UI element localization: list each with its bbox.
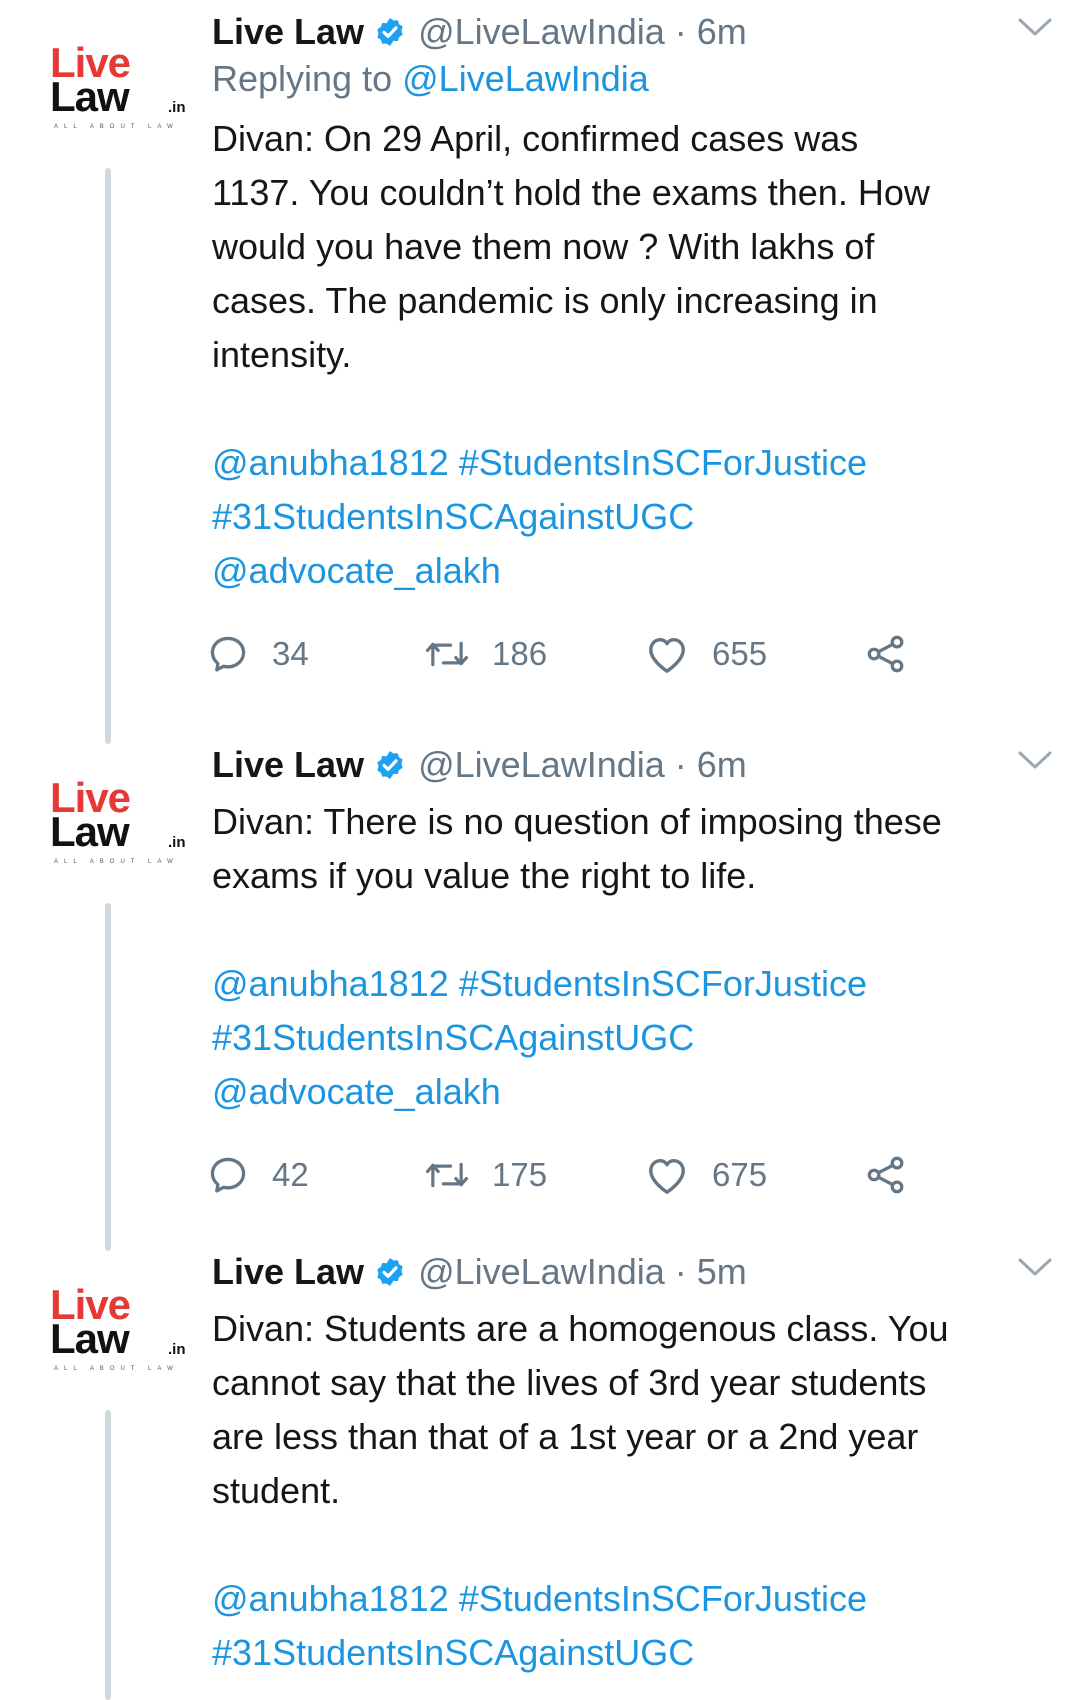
verified-badge-icon bbox=[377, 751, 403, 779]
heart-icon bbox=[649, 1158, 685, 1194]
author-name[interactable]: Live Law bbox=[212, 11, 364, 53]
logo-law: Law bbox=[50, 73, 130, 120]
reply-icon bbox=[210, 1157, 246, 1193]
reply-count: 34 bbox=[272, 635, 309, 672]
mention-hashtag-line[interactable]: @anubha1812 #StudentsInSCForJustice bbox=[212, 436, 1052, 490]
chevron-down-icon[interactable] bbox=[1018, 1256, 1052, 1280]
mention-hashtag-line[interactable]: @anubha1812 #StudentsInSCForJustice bbox=[212, 1572, 1052, 1626]
retweet-button[interactable]: 175 bbox=[424, 1145, 547, 1205]
verified-badge-icon bbox=[377, 1258, 403, 1286]
hashtag-line[interactable]: #31StudentsInSCAgainstUGC bbox=[212, 490, 1052, 544]
share-icon bbox=[867, 635, 904, 673]
mention-line[interactable]: @advocate_alakh bbox=[212, 544, 1052, 598]
retweet-button[interactable]: 186 bbox=[424, 624, 547, 684]
logo-tagline: ALL ABOUT LAW bbox=[54, 124, 179, 130]
tweet-links: @anubha1812 #StudentsInSCForJustice #31S… bbox=[212, 957, 1052, 1119]
avatar[interactable]: Live Law .in ALL ABOUT LAW bbox=[40, 42, 186, 142]
avatar[interactable]: Live Law .in ALL ABOUT LAW bbox=[40, 1284, 186, 1384]
tweet-content: Live Law @LiveLawIndia · 5m Divan: Stude… bbox=[212, 1242, 1052, 1680]
author-handle-time[interactable]: @LiveLawIndia · 5m bbox=[418, 1251, 747, 1293]
tweet-content: Live Law @LiveLawIndia · 6m Divan: There… bbox=[210, 735, 1052, 1205]
tweet-header: Live Law @LiveLawIndia · 6m bbox=[212, 735, 1052, 795]
retweet-count: 186 bbox=[492, 635, 548, 672]
author-name[interactable]: Live Law bbox=[212, 744, 364, 786]
share-icon bbox=[867, 1156, 904, 1194]
logo-tld: .in bbox=[168, 1341, 186, 1358]
share-button[interactable] bbox=[864, 624, 930, 684]
tweet-header: Live Law @LiveLawIndia · 5m bbox=[212, 1242, 1052, 1302]
verified-badge-icon bbox=[377, 18, 403, 46]
reply-button[interactable]: 34 bbox=[206, 624, 309, 684]
tweet-text: Divan: On 29 April, confirmed cases was … bbox=[212, 118, 930, 375]
tweet-links: @anubha1812 #StudentsInSCForJustice #31S… bbox=[212, 1572, 1052, 1680]
author-handle-time[interactable]: @LiveLawIndia · 6m bbox=[418, 11, 747, 53]
author-handle-time[interactable]: @LiveLawIndia · 6m bbox=[418, 744, 747, 786]
tweet-actions: 34 186 655 bbox=[210, 624, 1052, 684]
tweet-header: Live Law @LiveLawIndia · 6m bbox=[212, 2, 1052, 62]
logo-law: Law bbox=[50, 808, 130, 855]
author-name[interactable]: Live Law bbox=[212, 1251, 364, 1293]
mention-hashtag-line[interactable]: @anubha1812 #StudentsInSCForJustice bbox=[212, 957, 1052, 1011]
retweet-icon bbox=[425, 1162, 469, 1188]
logo-tagline: ALL ABOUT LAW bbox=[54, 859, 179, 865]
tweet-content: Live Law @LiveLawIndia · 6m Replying to … bbox=[210, 2, 1052, 684]
avatar[interactable]: Live Law .in ALL ABOUT LAW bbox=[40, 777, 186, 877]
mention-line[interactable]: @advocate_alakh bbox=[212, 1065, 1052, 1119]
tweet-text: Divan: Students are a homogenous class. … bbox=[212, 1308, 949, 1511]
reply-count: 42 bbox=[272, 1156, 309, 1193]
logo-law: Law bbox=[50, 1315, 130, 1362]
thread-line bbox=[105, 168, 111, 744]
logo-tagline: ALL ABOUT LAW bbox=[54, 1366, 179, 1372]
retweet-count: 175 bbox=[492, 1156, 548, 1193]
heart-icon bbox=[649, 637, 685, 673]
reply-icon bbox=[210, 636, 246, 672]
share-button[interactable] bbox=[864, 1145, 930, 1205]
tweet-actions: 42 175 675 bbox=[210, 1145, 1052, 1205]
thread-line bbox=[105, 903, 111, 1251]
like-button[interactable]: 655 bbox=[644, 624, 767, 684]
tweet-links: @anubha1812 #StudentsInSCForJustice #31S… bbox=[212, 436, 1052, 598]
reply-button[interactable]: 42 bbox=[206, 1145, 309, 1205]
chevron-down-icon[interactable] bbox=[1018, 749, 1052, 773]
replying-to: Replying to @LiveLawIndia bbox=[212, 58, 1052, 112]
hashtag-line[interactable]: #31StudentsInSCAgainstUGC bbox=[212, 1626, 1052, 1680]
replying-to-label: Replying to bbox=[212, 58, 393, 99]
hashtag-line[interactable]: #31StudentsInSCAgainstUGC bbox=[212, 1011, 1052, 1065]
chevron-down-icon[interactable] bbox=[1018, 16, 1052, 40]
like-count: 655 bbox=[712, 635, 768, 672]
like-count: 675 bbox=[712, 1156, 768, 1193]
like-button[interactable]: 675 bbox=[644, 1145, 767, 1205]
thread-line bbox=[105, 1410, 111, 1700]
logo-tld: .in bbox=[168, 834, 186, 851]
replying-to-mention[interactable]: @LiveLawIndia bbox=[402, 58, 649, 99]
retweet-icon bbox=[425, 641, 469, 667]
logo-tld: .in bbox=[168, 99, 186, 116]
tweet-text: Divan: There is no question of imposing … bbox=[212, 801, 942, 896]
